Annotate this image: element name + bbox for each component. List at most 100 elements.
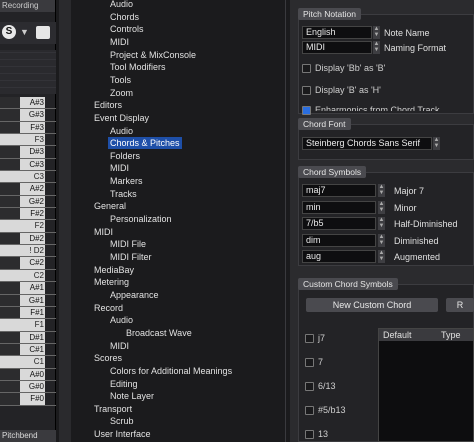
piano-key[interactable]: F#2 xyxy=(0,208,56,221)
tree-item[interactable]: MediaBay xyxy=(94,264,134,276)
piano-key[interactable]: G#2 xyxy=(0,195,56,209)
tree-item[interactable]: Record xyxy=(94,302,123,314)
black-key-surface xyxy=(0,183,20,195)
piano-key[interactable]: A#0 xyxy=(0,368,56,381)
tree-item[interactable]: Metering xyxy=(94,276,129,288)
naming-format-stepper[interactable]: ▲ ▼ xyxy=(373,41,380,54)
tree-item[interactable]: Chords xyxy=(110,11,139,23)
chord-symbol-stepper[interactable]: ▲ ▼ xyxy=(378,250,385,263)
piano-key[interactable]: ! D2 xyxy=(0,245,56,258)
display-b-checkbox[interactable] xyxy=(302,86,311,95)
tree-item[interactable]: Project & MixConsole xyxy=(110,49,196,61)
s-button[interactable]: S xyxy=(2,25,16,39)
tree-item[interactable]: Folders xyxy=(110,150,140,162)
piano-key[interactable]: F#3 xyxy=(0,121,56,135)
piano-key[interactable]: A#3 xyxy=(0,97,56,110)
tree-item[interactable]: User Interface xyxy=(94,428,151,440)
note-name-stepper[interactable]: ▲ ▼ xyxy=(373,26,380,39)
tree-item[interactable]: General xyxy=(94,200,126,212)
column-header-default[interactable]: Default xyxy=(383,329,412,341)
chord-symbol-stepper[interactable]: ▲ ▼ xyxy=(378,200,385,214)
tree-item[interactable]: Chords & Pitches xyxy=(108,137,182,150)
piano-key[interactable]: G#1 xyxy=(0,294,56,307)
piano-key[interactable]: F2 xyxy=(0,220,56,233)
tree-item[interactable]: MIDI xyxy=(110,162,129,174)
piano-key[interactable]: F#0 xyxy=(0,393,56,406)
tree-item[interactable]: MIDI xyxy=(94,226,113,238)
tree-item[interactable]: Tool Modifiers xyxy=(110,61,166,73)
piano-key[interactable]: D#3 xyxy=(0,146,56,159)
enharmonics-checkbox[interactable] xyxy=(302,106,311,115)
piano-key[interactable]: G#0 xyxy=(0,380,56,394)
tree-item[interactable]: Markers xyxy=(110,175,143,187)
piano-key[interactable]: A#2 xyxy=(0,183,56,196)
tree-item[interactable]: Note Layer xyxy=(110,390,154,402)
display-bb-label: Display 'Bb' as 'B' xyxy=(315,63,386,73)
tree-scrollbar[interactable] xyxy=(59,0,71,442)
note-grid[interactable] xyxy=(0,50,56,94)
custom-chord-checkbox[interactable] xyxy=(305,358,314,367)
chord-symbol-stepper[interactable]: ▲ ▼ xyxy=(378,184,385,197)
custom-chord-symbols-title: Custom Chord Symbols xyxy=(298,278,398,290)
tree-item[interactable]: MIDI xyxy=(110,36,129,48)
custom-chord-checkbox[interactable] xyxy=(305,334,314,343)
tree-item[interactable]: Scrub xyxy=(110,415,134,427)
tree-item[interactable]: Personalization xyxy=(110,213,172,225)
pitchbend-lane-label[interactable]: Pitchbend xyxy=(0,430,56,442)
tree-item[interactable]: Zoom xyxy=(110,87,133,99)
chord-symbol-input[interactable]: min xyxy=(302,200,376,214)
piano-key[interactable]: C#3 xyxy=(0,158,56,172)
tree-item[interactable]: Audio xyxy=(110,314,133,326)
color-box[interactable] xyxy=(36,26,50,39)
note-name-select[interactable]: English xyxy=(302,26,372,39)
piano-key[interactable]: A#1 xyxy=(0,282,56,295)
tree-item[interactable]: Broadcast Wave xyxy=(126,327,192,339)
chord-symbol-input[interactable]: 7/b5 xyxy=(302,217,376,230)
tree-item[interactable]: Tools xyxy=(110,74,131,86)
tree-item[interactable]: MIDI Filter xyxy=(110,251,152,263)
tree-item[interactable]: Colors for Additional Meanings xyxy=(110,365,232,377)
tree-item[interactable]: Audio xyxy=(110,0,133,10)
tree-item[interactable]: MIDI xyxy=(110,340,129,352)
tree-item[interactable]: Appearance xyxy=(110,289,159,301)
chord-symbol-input[interactable]: maj7 xyxy=(302,184,376,197)
custom-chord-checkbox[interactable] xyxy=(305,406,314,415)
new-custom-chord-button[interactable]: New Custom Chord xyxy=(306,298,438,312)
custom-chord-checkbox[interactable] xyxy=(305,382,314,391)
chevron-down-icon[interactable]: ▼ xyxy=(20,27,29,37)
tree-item[interactable]: Event Display xyxy=(94,112,149,124)
piano-key[interactable]: F3 xyxy=(0,134,56,147)
tree-item[interactable]: Editing xyxy=(110,378,138,390)
piano-key[interactable]: C#2 xyxy=(0,257,56,270)
piano-key[interactable]: C1 xyxy=(0,356,56,369)
piano-key[interactable]: F#1 xyxy=(0,306,56,320)
chord-font-stepper[interactable]: ▲ ▼ xyxy=(433,137,440,150)
display-bb-checkbox[interactable] xyxy=(302,64,311,73)
naming-format-select[interactable]: MIDI xyxy=(302,41,372,54)
secondary-button[interactable]: R xyxy=(446,298,474,312)
tree-item[interactable]: Audio xyxy=(110,125,133,137)
piano-key[interactable]: F1 xyxy=(0,319,56,332)
custom-chord-checkbox[interactable] xyxy=(305,430,314,439)
piano-key[interactable]: D#1 xyxy=(0,331,56,344)
piano-key[interactable]: C2 xyxy=(0,269,56,283)
chord-symbol-stepper[interactable]: ▲ ▼ xyxy=(378,233,385,247)
tree-item[interactable]: Editors xyxy=(94,99,122,111)
tree-item[interactable]: Controls xyxy=(110,23,144,35)
tree-item[interactable]: MIDI File xyxy=(110,238,146,250)
tree-item[interactable]: Transport xyxy=(94,403,132,415)
column-header-type[interactable]: Type xyxy=(441,329,461,341)
tree-item[interactable]: Scores xyxy=(94,352,122,364)
custom-chord-table[interactable]: Default Type xyxy=(378,328,474,442)
piano-keyboard[interactable]: A#3 G#3 F#3 F3 D#3 C#3 C3 A#2 G#2 F#2 F2 D#2 ! D2 C#2… xyxy=(0,97,56,406)
piano-key[interactable]: D#2 xyxy=(0,232,56,246)
chord-font-select[interactable]: Steinberg Chords Sans Serif xyxy=(302,137,432,150)
piano-key[interactable]: C3 xyxy=(0,171,56,184)
chord-symbol-stepper[interactable]: ▲ ▼ xyxy=(378,217,385,230)
tree-item[interactable]: Tracks xyxy=(110,188,137,200)
chord-symbol-input[interactable]: aug xyxy=(302,250,376,263)
chord-symbol-input[interactable]: dim xyxy=(302,233,376,247)
custom-chord-label: 13 xyxy=(318,429,329,439)
piano-key[interactable]: G#3 xyxy=(0,109,56,122)
piano-key[interactable]: C#1 xyxy=(0,343,56,357)
